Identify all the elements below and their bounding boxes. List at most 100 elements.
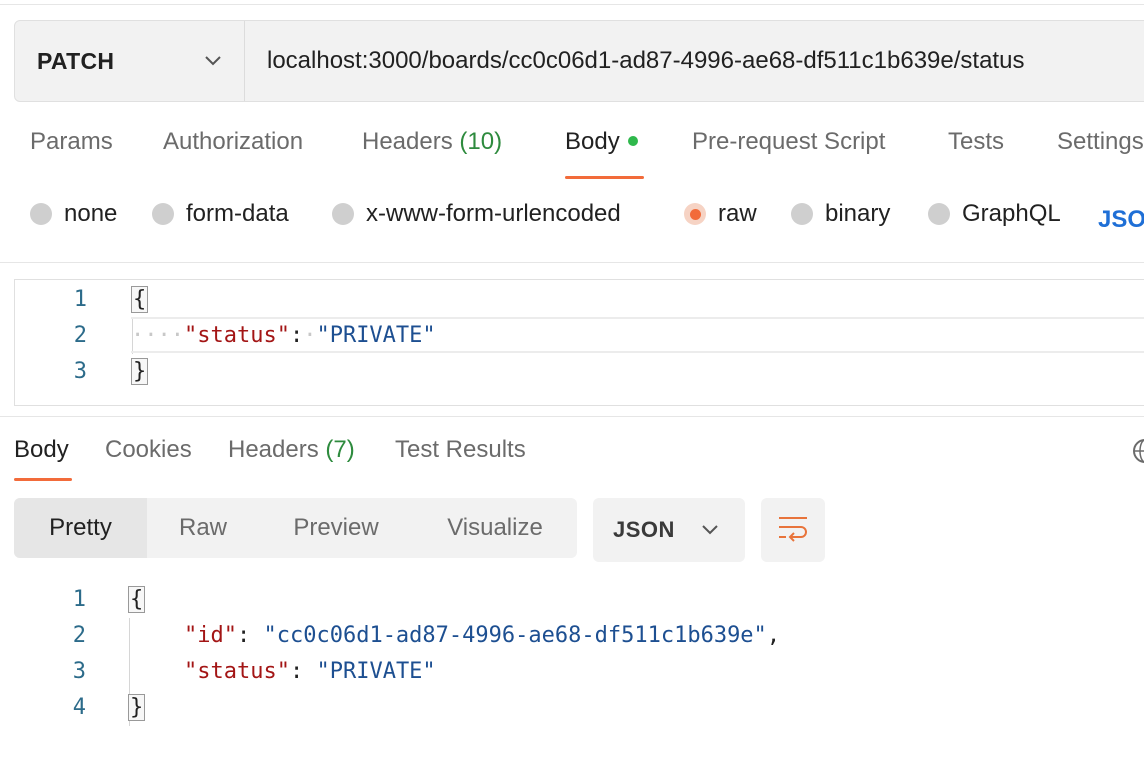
radio-urlencoded[interactable]: x-www-form-urlencoded <box>332 200 621 228</box>
radio-graphql[interactable]: GraphQL <box>928 200 1061 228</box>
format-label: JSON <box>613 517 675 542</box>
headers-count-badge: (10) <box>459 128 503 155</box>
tab-settings[interactable]: Settings <box>1057 128 1144 156</box>
request-tabs: Params Authorization Headers (10) Body P… <box>0 128 1144 184</box>
radio-none[interactable]: none <box>30 200 117 228</box>
radio-label: none <box>64 200 118 227</box>
brace: { <box>131 286 149 313</box>
json-colon: : <box>289 659 317 684</box>
response-tab-test-results[interactable]: Test Results <box>395 436 526 464</box>
brace: { <box>128 586 146 613</box>
radio-binary[interactable]: binary <box>791 200 890 228</box>
view-preview[interactable]: Preview <box>259 498 413 558</box>
radio-circle-icon <box>332 203 354 225</box>
request-url-bar: PATCH localhost:3000/boards/cc0c06d1-ad8… <box>14 20 1144 102</box>
line-number: 4 <box>72 695 86 720</box>
response-tab-cookies[interactable]: Cookies <box>105 436 192 464</box>
tab-params[interactable]: Params <box>30 128 113 156</box>
response-tab-headers[interactable]: Headers (7) <box>228 436 355 464</box>
chevron-down-icon <box>699 519 721 541</box>
response-tabs: Body Cookies Headers (7) Test Results <box>0 436 1144 486</box>
response-view-selector: Pretty Raw Preview Visualize <box>14 498 577 558</box>
view-visualize[interactable]: Visualize <box>413 498 577 558</box>
tab-label: Params <box>30 128 113 155</box>
json-key: "status" <box>184 659 290 684</box>
code-text: ····"status":·"PRIVATE" <box>131 318 436 354</box>
method-label: PATCH <box>37 47 115 74</box>
view-pretty[interactable]: Pretty <box>14 498 147 558</box>
radio-form-data[interactable]: form-data <box>152 200 289 228</box>
response-body-viewer: 1 { 2 "id": "cc0c06d1-ad87-4996-ae68-df5… <box>0 582 1144 762</box>
line-number: 2 <box>72 623 86 648</box>
code-text: { <box>128 582 146 618</box>
tab-label: Headers <box>362 128 453 155</box>
tab-label: Cookies <box>105 436 192 463</box>
wrap-lines-button[interactable] <box>761 498 825 562</box>
body-language-selector[interactable]: JSON <box>1098 206 1144 234</box>
code-text: } <box>131 354 149 390</box>
radio-circle-icon <box>30 203 52 225</box>
json-string: "cc0c06d1-ad87-4996-ae68-df511c1b639e" <box>263 623 767 648</box>
tab-label: Headers <box>228 436 319 463</box>
view-raw[interactable]: Raw <box>147 498 259 558</box>
whitespace-marker: · <box>303 323 317 348</box>
brace: } <box>128 694 146 721</box>
code-text: "status": "PRIVATE" <box>184 654 436 690</box>
radio-label: x-www-form-urlencoded <box>366 200 621 227</box>
code-line: 1 { <box>15 282 1144 318</box>
wrap-lines-icon <box>777 514 809 547</box>
request-body-editor[interactable]: 1 { 2 ····"status":·"PRIVATE" 3 } <box>14 279 1144 406</box>
radio-circle-icon <box>152 203 174 225</box>
window-top-border <box>0 0 1144 5</box>
body-status-dot <box>627 135 638 146</box>
tab-label: Pre-request Script <box>692 128 886 155</box>
json-string: "PRIVATE" <box>316 659 436 684</box>
line-number: 3 <box>73 359 87 384</box>
radio-label: form-data <box>186 200 289 227</box>
chevron-down-icon <box>202 50 224 72</box>
radio-raw[interactable]: raw <box>684 200 757 228</box>
globe-icon[interactable] <box>1132 438 1144 464</box>
tab-label: Body <box>14 436 69 463</box>
line-number: 3 <box>72 659 86 684</box>
code-text: { <box>131 282 149 318</box>
line-number: 1 <box>73 287 87 312</box>
radio-circle-icon <box>791 203 813 225</box>
active-tab-underline <box>14 478 72 481</box>
brace: } <box>131 358 149 385</box>
code-text: "id": "cc0c06d1-ad87-4996-ae68-df511c1b6… <box>184 618 780 654</box>
method-selector[interactable]: PATCH <box>15 21 245 101</box>
tab-label: Body <box>565 128 620 155</box>
divider <box>0 416 1144 417</box>
radio-label: raw <box>718 200 757 227</box>
headers-count-badge: (7) <box>325 436 355 463</box>
json-colon: : <box>236 623 264 648</box>
json-colon: : <box>289 323 304 348</box>
url-input[interactable]: localhost:3000/boards/cc0c06d1-ad87-4996… <box>245 21 1024 101</box>
tab-body[interactable]: Body <box>565 128 638 156</box>
tab-authorization[interactable]: Authorization <box>163 128 303 156</box>
response-format-dropdown[interactable]: JSON <box>593 498 745 562</box>
tab-pre-request-script[interactable]: Pre-request Script <box>692 128 885 156</box>
json-string: "PRIVATE" <box>316 323 436 348</box>
line-number: 2 <box>73 323 87 348</box>
tab-label: Authorization <box>163 128 304 155</box>
code-text: } <box>128 690 146 726</box>
tab-label: Settings <box>1057 128 1144 155</box>
radio-selected-icon <box>684 203 706 225</box>
code-line: 2 "id": "cc0c06d1-ad87-4996-ae68-df511c1… <box>0 618 1144 654</box>
radio-label: binary <box>825 200 891 227</box>
response-tab-body[interactable]: Body <box>14 436 69 464</box>
tab-label: Tests <box>948 128 1005 155</box>
tab-headers[interactable]: Headers (10) <box>362 128 502 156</box>
code-line: 4 } <box>0 690 1144 726</box>
code-line: 3 "status": "PRIVATE" <box>0 654 1144 690</box>
radio-circle-icon <box>928 203 950 225</box>
tab-tests[interactable]: Tests <box>948 128 1004 156</box>
divider <box>0 262 1144 263</box>
code-line: 1 { <box>0 582 1144 618</box>
code-line: 3 } <box>15 354 1144 390</box>
line-number: 1 <box>72 587 86 612</box>
json-key: "id" <box>184 623 237 648</box>
radio-label: GraphQL <box>962 200 1061 227</box>
